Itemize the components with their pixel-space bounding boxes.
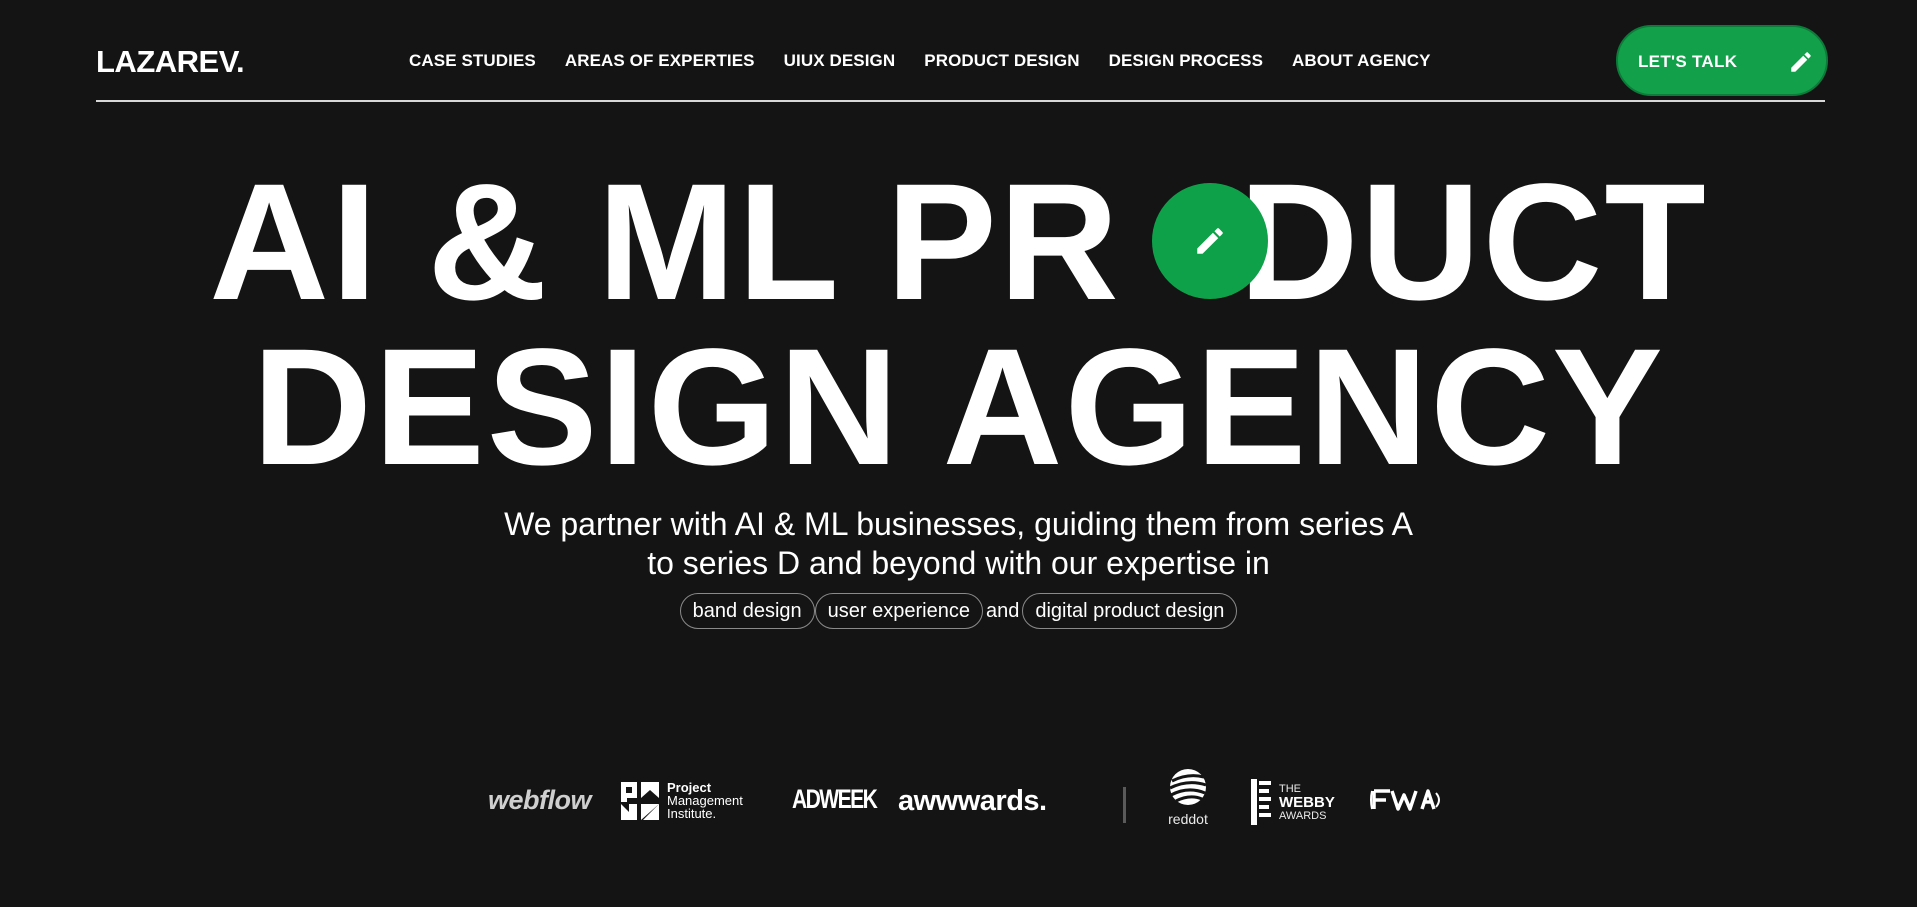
nav-product-design[interactable]: PRODUCT DESIGN bbox=[924, 50, 1079, 72]
nav-design-process[interactable]: DESIGN PROCESS bbox=[1109, 50, 1263, 72]
pmi-logo: Project Management Institute. bbox=[621, 781, 743, 820]
logos-divider bbox=[1123, 787, 1126, 823]
nav-areas-of-experties[interactable]: AREAS OF EXPERTIES bbox=[565, 50, 755, 72]
edit-bubble-button[interactable] bbox=[1152, 183, 1268, 299]
nav-uiux-design[interactable]: UIUX DESIGN bbox=[784, 50, 896, 72]
hero-subtitle: We partner with AI & ML businesses, guid… bbox=[0, 505, 1917, 583]
lets-talk-label: LET'S TALK bbox=[1638, 52, 1738, 71]
pmi-line-3: Institute. bbox=[667, 806, 717, 821]
hero-title-line-2: DESIGN AGENCY bbox=[252, 315, 1665, 500]
tag-user-experience[interactable]: user experience bbox=[814, 593, 983, 629]
hero-subtitle-line-2: to series D and beyond with our expertis… bbox=[647, 545, 1270, 581]
reddot-logo: reddot bbox=[1168, 767, 1208, 827]
pencil-icon bbox=[1791, 52, 1811, 72]
fwa-logo bbox=[1370, 785, 1442, 815]
awwwards-logo: awwwards. bbox=[898, 785, 1047, 817]
tag-band-design[interactable]: band design bbox=[679, 593, 815, 629]
webby-wordmark: THE WEBBY AWARDS bbox=[1279, 783, 1335, 822]
site-logo[interactable]: LAZAREV. bbox=[96, 44, 245, 80]
nav-case-studies[interactable]: CASE STUDIES bbox=[409, 50, 536, 72]
webflow-logo: webflow bbox=[488, 785, 592, 815]
hero-subtitle-line-1: We partner with AI & ML businesses, guid… bbox=[504, 506, 1413, 542]
webby-line-1: THE bbox=[1279, 782, 1301, 795]
main-nav: CASE STUDIES AREAS OF EXPERTIES UIUX DES… bbox=[409, 50, 1460, 72]
header-divider bbox=[96, 100, 1825, 102]
webby-line-3: AWARDS bbox=[1279, 809, 1327, 822]
pencil-icon bbox=[1197, 228, 1223, 254]
fwa-mark-icon bbox=[1370, 789, 1440, 811]
awards-logos: webflow Project Management Institute. AD… bbox=[448, 745, 1480, 885]
adweek-logo: ADWEEK bbox=[792, 784, 878, 814]
pmi-mark-icon bbox=[621, 781, 659, 820]
webby-line-2: WEBBY bbox=[1279, 793, 1335, 811]
hero-title-part-1: AI & ML PR bbox=[209, 150, 1121, 335]
hero-title-line-1: AI & ML PR DUCT bbox=[0, 160, 1917, 326]
reddot-globe-icon bbox=[1169, 769, 1207, 805]
reddot-wordmark: reddot bbox=[1168, 811, 1208, 827]
tag-connector: and bbox=[985, 599, 1020, 622]
nav-about-agency[interactable]: ABOUT AGENCY bbox=[1292, 50, 1430, 72]
hero-title-part-2: DUCT bbox=[1238, 150, 1708, 335]
webby-logo: THE WEBBY AWARDS bbox=[1251, 779, 1335, 825]
webby-mark-icon bbox=[1251, 779, 1271, 825]
pmi-wordmark: Project Management Institute. bbox=[667, 781, 743, 820]
landing-page: LAZAREV. CASE STUDIES AREAS OF EXPERTIES… bbox=[0, 0, 1917, 907]
expertise-tags: band design user experience and digital … bbox=[0, 593, 1917, 629]
tag-digital-product-design[interactable]: digital product design bbox=[1022, 593, 1238, 629]
lets-talk-button[interactable]: LET'S TALK bbox=[1616, 25, 1828, 96]
